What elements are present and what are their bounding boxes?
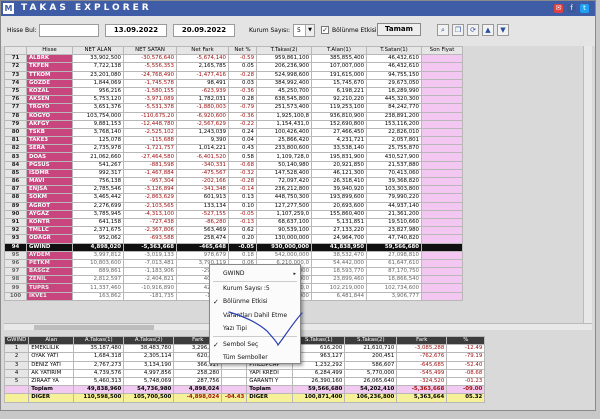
takas-explorer-window: M TAKAS EXPLORER ✉ f t Hisse Bul: 13.09.… — [0, 0, 596, 411]
pen-annotation — [228, 311, 303, 347]
status-bar — [0, 411, 600, 419]
pen-stroke — [228, 311, 303, 347]
